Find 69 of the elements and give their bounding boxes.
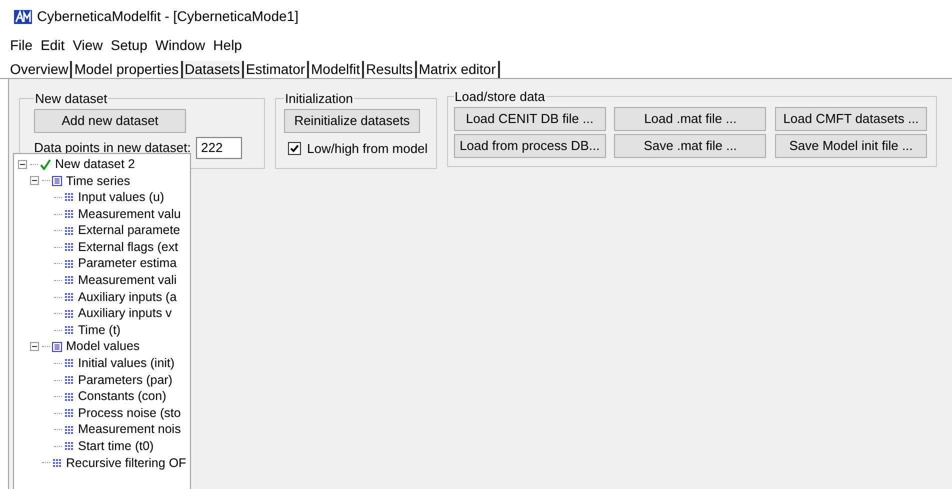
grid-icon	[64, 226, 74, 235]
tree-item[interactable]: Auxiliary inputs (a	[78, 288, 177, 306]
tab[interactable]: Overview	[8, 61, 72, 78]
group-title: Initialization	[284, 90, 354, 108]
tree-item[interactable]: Input values (u)	[78, 188, 164, 207]
tree-item[interactable]: Constants (con)	[78, 387, 166, 406]
button[interactable]: Save Model init file ...	[775, 134, 927, 158]
app-icon	[14, 10, 32, 24]
field-label: Data points in new dataset:	[34, 138, 192, 157]
grid-icon	[64, 293, 74, 302]
menu-item[interactable]: Window	[155, 34, 206, 56]
button[interactable]: Load CMFT datasets ...	[775, 106, 927, 130]
tree-item[interactable]: External paramete	[78, 221, 180, 240]
menu-item[interactable]: View	[72, 34, 103, 56]
grid-icon	[64, 409, 74, 418]
button[interactable]: Load CENIT DB file ...	[454, 106, 606, 130]
tree-item[interactable]: Process noise (sto	[78, 404, 181, 423]
grid-icon	[64, 276, 74, 284]
collapse-icon[interactable]	[30, 342, 39, 352]
button[interactable]: Add new dataset	[34, 108, 186, 132]
tab[interactable]: Matrix editor	[416, 61, 500, 78]
collapse-icon[interactable]	[18, 160, 27, 169]
tree-item[interactable]: Initial values (init)	[78, 354, 175, 373]
tree-item[interactable]: Measurement valu	[78, 204, 181, 224]
tab[interactable]: Datasets	[182, 61, 244, 78]
folder-grid-icon	[52, 176, 62, 186]
checkbox[interactable]	[288, 142, 301, 155]
checkbox-label: Low/high from model	[307, 140, 428, 158]
group-title: New dataset	[34, 90, 108, 108]
grid-icon	[64, 426, 74, 434]
tree-item[interactable]: Time (t)	[78, 320, 121, 340]
grid-icon	[52, 458, 62, 467]
window-title: CyberneticaModelfit - [CyberneticaMode1]	[37, 7, 298, 26]
menu-item[interactable]: Setup	[110, 34, 148, 56]
menu-item[interactable]: Help	[213, 34, 242, 56]
menu-item[interactable]: File	[10, 34, 33, 56]
tree-item[interactable]: External flags (ext	[78, 238, 178, 257]
button[interactable]: Load .mat file ...	[614, 106, 766, 130]
tree-item[interactable]: Recursive filtering OF	[66, 454, 186, 472]
tree-item[interactable]: Measurement vali	[78, 271, 177, 290]
tab[interactable]: Results	[364, 61, 417, 78]
button[interactable]: Reinitialize datasets	[284, 108, 420, 132]
tree-item[interactable]: Measurement nois	[78, 420, 181, 440]
grid-icon	[64, 210, 74, 218]
tree-item[interactable]: Time series	[66, 172, 130, 190]
tree-item[interactable]: Parameter estima	[78, 254, 177, 274]
folder-grid-icon	[52, 342, 62, 352]
menu-item[interactable]: Edit	[40, 34, 65, 56]
grid-icon	[64, 392, 74, 401]
number-field[interactable]: 222	[196, 136, 242, 158]
tree-item[interactable]: Parameters (par)	[78, 370, 172, 390]
grid-icon	[64, 326, 74, 334]
tab[interactable]: Modelfit	[309, 61, 364, 78]
grid-icon	[64, 442, 74, 450]
collapse-icon[interactable]	[30, 176, 39, 186]
check-icon	[40, 158, 51, 170]
tree-item[interactable]: Start time (t0)	[78, 437, 154, 456]
button[interactable]: Save .mat file ...	[614, 134, 766, 158]
grid-icon	[64, 376, 74, 384]
grid-icon	[64, 193, 74, 202]
tree-item[interactable]: Model values	[66, 337, 140, 356]
tree-item[interactable]: New dataset 2	[55, 154, 135, 174]
grid-icon	[64, 310, 74, 318]
grid-icon	[64, 359, 74, 368]
tree-item[interactable]: Auxiliary inputs v	[78, 304, 172, 324]
grid-icon	[64, 243, 74, 252]
grid-icon	[64, 260, 74, 268]
group-title: Load/store data	[454, 88, 546, 106]
button[interactable]: Load from process DB...	[454, 134, 606, 158]
